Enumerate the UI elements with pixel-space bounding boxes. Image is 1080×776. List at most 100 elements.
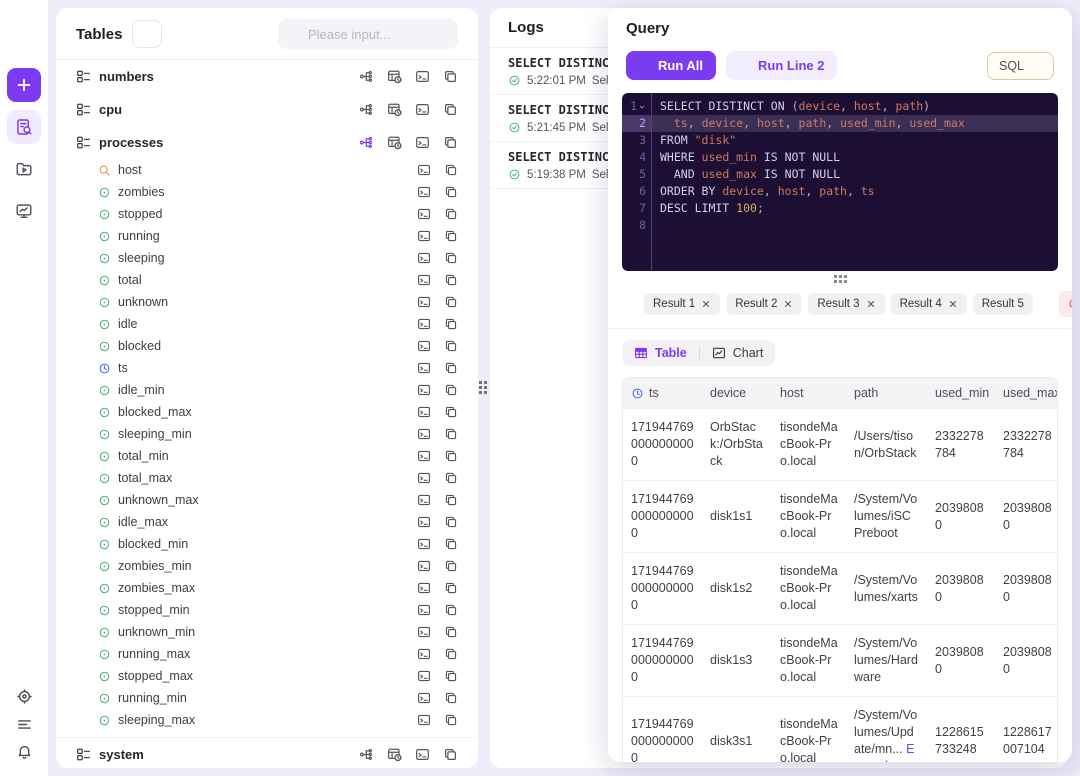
copy-column-name-icon[interactable] bbox=[444, 625, 458, 639]
fold-chevron-icon[interactable] bbox=[638, 103, 646, 111]
sql-editor[interactable]: 12345678 SELECT DISTINCT ON (device, hos… bbox=[622, 93, 1058, 271]
close-icon[interactable] bbox=[1038, 21, 1054, 37]
query-column-icon[interactable] bbox=[417, 229, 431, 243]
editor-resize-handle[interactable] bbox=[834, 275, 847, 283]
copy-column-name-icon[interactable] bbox=[444, 691, 458, 705]
clear-results-button[interactable]: Clear bbox=[1059, 291, 1072, 317]
copy-table-name-icon[interactable] bbox=[443, 102, 458, 117]
query-column-icon[interactable] bbox=[417, 427, 431, 441]
close-tab-icon[interactable] bbox=[866, 299, 876, 309]
results-header-ts[interactable]: ts bbox=[623, 378, 702, 409]
query-column-icon[interactable] bbox=[417, 471, 431, 485]
sidebar-item-tables-query[interactable] bbox=[7, 110, 41, 144]
results-header-path[interactable]: path bbox=[846, 378, 927, 409]
table-row-numbers[interactable]: numbers bbox=[56, 60, 478, 93]
panel-resize-handle[interactable] bbox=[479, 381, 490, 396]
query-table-icon[interactable] bbox=[415, 135, 430, 150]
result-tab[interactable]: Result 3 bbox=[808, 293, 884, 315]
copy-column-name-icon[interactable] bbox=[444, 251, 458, 265]
sidebar-item-menu[interactable] bbox=[9, 710, 39, 738]
table-columns-tree-icon[interactable] bbox=[359, 135, 374, 150]
query-column-icon[interactable] bbox=[417, 273, 431, 287]
query-table-icon[interactable] bbox=[415, 69, 430, 84]
run-line-button[interactable]: Run Line 2 bbox=[726, 51, 837, 80]
table-details-icon[interactable] bbox=[387, 102, 402, 117]
view-toggle-chart[interactable]: Chart bbox=[700, 340, 776, 366]
query-column-icon[interactable] bbox=[417, 515, 431, 529]
refresh-tables-button[interactable] bbox=[132, 20, 162, 48]
copy-column-name-icon[interactable] bbox=[444, 405, 458, 419]
table-columns-tree-icon[interactable] bbox=[359, 69, 374, 84]
query-column-icon[interactable] bbox=[417, 647, 431, 661]
query-column-icon[interactable] bbox=[417, 713, 431, 727]
query-column-icon[interactable] bbox=[417, 185, 431, 199]
query-column-icon[interactable] bbox=[417, 251, 431, 265]
copy-table-name-icon[interactable] bbox=[443, 747, 458, 762]
query-table-icon[interactable] bbox=[415, 102, 430, 117]
query-column-icon[interactable] bbox=[417, 559, 431, 573]
result-tab[interactable]: Result 2 bbox=[726, 293, 802, 315]
expand-link[interactable]: Expand bbox=[854, 742, 914, 762]
copy-column-name-icon[interactable] bbox=[444, 449, 458, 463]
table-row-system[interactable]: system bbox=[56, 738, 478, 768]
sidebar-item-scripts[interactable] bbox=[7, 152, 41, 186]
result-tab[interactable]: Result 5 bbox=[973, 293, 1033, 315]
close-tab-icon[interactable] bbox=[948, 299, 958, 309]
table-columns-tree-icon[interactable] bbox=[359, 102, 374, 117]
query-column-icon[interactable] bbox=[417, 317, 431, 331]
copy-column-name-icon[interactable] bbox=[444, 185, 458, 199]
copy-column-name-icon[interactable] bbox=[444, 559, 458, 573]
copy-column-name-icon[interactable] bbox=[444, 273, 458, 287]
query-column-icon[interactable] bbox=[417, 207, 431, 221]
sidebar-item-new-query[interactable] bbox=[7, 68, 41, 102]
view-toggle-table[interactable]: Table bbox=[622, 340, 699, 366]
close-tab-icon[interactable] bbox=[783, 299, 793, 309]
copy-column-name-icon[interactable] bbox=[444, 647, 458, 661]
query-column-icon[interactable] bbox=[417, 383, 431, 397]
sidebar-item-notifications[interactable] bbox=[9, 738, 39, 766]
copy-column-name-icon[interactable] bbox=[444, 207, 458, 221]
fullscreen-icon[interactable] bbox=[1008, 21, 1024, 37]
copy-table-name-icon[interactable] bbox=[443, 69, 458, 84]
table-details-icon[interactable] bbox=[387, 69, 402, 84]
copy-column-name-icon[interactable] bbox=[444, 383, 458, 397]
result-tab[interactable]: Result 4 bbox=[891, 293, 967, 315]
table-columns-tree-icon[interactable] bbox=[359, 747, 374, 762]
copy-column-name-icon[interactable] bbox=[444, 515, 458, 529]
tabs-scroll-left-icon[interactable] bbox=[624, 297, 638, 311]
query-column-icon[interactable] bbox=[417, 361, 431, 375]
query-column-icon[interactable] bbox=[417, 405, 431, 419]
copy-column-name-icon[interactable] bbox=[444, 295, 458, 309]
copy-column-name-icon[interactable] bbox=[444, 669, 458, 683]
copy-column-name-icon[interactable] bbox=[444, 361, 458, 375]
copy-table-name-icon[interactable] bbox=[443, 135, 458, 150]
tabs-scroll-right-icon[interactable] bbox=[1039, 297, 1053, 311]
query-column-icon[interactable] bbox=[417, 339, 431, 353]
copy-column-name-icon[interactable] bbox=[444, 339, 458, 353]
language-select[interactable]: SQL bbox=[987, 52, 1054, 80]
query-column-icon[interactable] bbox=[417, 669, 431, 683]
clean-broom-icon[interactable] bbox=[978, 21, 994, 37]
query-column-icon[interactable] bbox=[417, 449, 431, 463]
table-row-cpu[interactable]: cpu bbox=[56, 93, 478, 126]
query-column-icon[interactable] bbox=[417, 603, 431, 617]
table-row-processes[interactable]: processes bbox=[56, 126, 478, 159]
copy-column-name-icon[interactable] bbox=[444, 537, 458, 551]
table-details-icon[interactable] bbox=[387, 135, 402, 150]
copy-column-name-icon[interactable] bbox=[444, 493, 458, 507]
query-column-icon[interactable] bbox=[417, 581, 431, 595]
query-column-icon[interactable] bbox=[417, 493, 431, 507]
query-column-icon[interactable] bbox=[417, 537, 431, 551]
run-all-button[interactable]: Run All bbox=[626, 51, 716, 80]
results-header-host[interactable]: host bbox=[772, 378, 846, 409]
sidebar-item-settings[interactable] bbox=[9, 682, 39, 710]
copy-column-name-icon[interactable] bbox=[444, 317, 458, 331]
query-table-icon[interactable] bbox=[415, 747, 430, 762]
results-header-used_min[interactable]: used_min bbox=[927, 378, 995, 409]
query-column-icon[interactable] bbox=[417, 295, 431, 309]
copy-column-name-icon[interactable] bbox=[444, 471, 458, 485]
table-search-input[interactable] bbox=[308, 27, 448, 42]
query-column-icon[interactable] bbox=[417, 691, 431, 705]
copy-column-name-icon[interactable] bbox=[444, 581, 458, 595]
query-column-icon[interactable] bbox=[417, 625, 431, 639]
